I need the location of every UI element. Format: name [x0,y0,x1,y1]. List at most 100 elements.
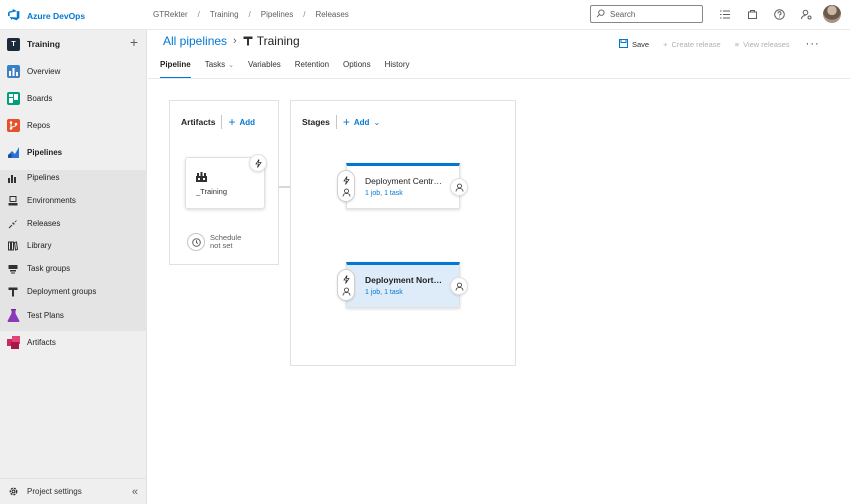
gear-icon [8,486,19,497]
add-stage-button[interactable]: + Add ⌄ [335,115,381,129]
sidebar-item-repos[interactable]: Repos [0,114,147,137]
add-artifact-button[interactable]: + Add [221,115,255,129]
main-content: All pipelines › Training Save + Create r… [148,30,850,504]
sidebar-item-test-plans[interactable]: Test Plans [0,304,147,327]
release-pipeline-icon [243,36,253,46]
clock-icon [187,233,205,251]
sidebar-item-label: Repos [27,121,51,130]
artifacts-panel: Artifacts + Add _Training Schedule not s… [169,100,279,265]
add-stage-label: Add [353,117,370,127]
chevron-down-icon: ⌄ [373,117,381,127]
sidebar-item-label: Environments [27,196,76,205]
sidebar-subitem-pipelines[interactable]: Pipelines [0,166,147,189]
breadcrumb-pipelines[interactable]: Pipelines [261,10,293,19]
user-settings-icon[interactable] [799,7,813,21]
schedule-line2: not set [210,241,233,250]
continuous-deployment-trigger[interactable] [249,154,267,172]
breadcrumb-separator: / [303,10,306,19]
tab-variables[interactable]: Variables [248,60,281,74]
pipelines-sub-icon [8,173,18,183]
breadcrumb-org[interactable]: GTRekter [153,10,188,19]
pre-deployment-conditions[interactable] [337,269,355,301]
view-releases-button[interactable]: ≡ View releases [735,40,790,49]
create-release-label: Create release [671,39,721,49]
person-icon [455,282,464,291]
marketplace-bag-icon[interactable] [745,7,759,21]
toolbar: Save + Create release ≡ View releases ··… [619,38,820,50]
page-header: All pipelines › Training [163,34,300,48]
post-deployment-conditions[interactable] [450,277,468,295]
top-bar: Azure DevOps GTRekter / Training / Pipel… [0,0,850,30]
search-input[interactable]: Search [590,5,703,23]
sidebar-item-label: Test Plans [27,311,64,320]
pre-deployment-conditions[interactable] [337,170,355,202]
page-title[interactable]: Training [257,34,300,48]
schedule-label: Schedule not set [210,234,241,250]
sidebar-item-overview[interactable]: Overview [0,60,147,83]
tab-retention[interactable]: Retention [295,60,329,74]
sidebar-item-label: Pipelines [27,173,60,182]
stages-title: Stages [302,117,330,127]
plus-icon: + [663,39,668,49]
sidebar-subitem-task-groups[interactable]: Task groups [0,257,147,280]
stage-summary-link[interactable]: 1 job, 1 task [365,190,403,197]
tab-tasks[interactable]: Tasks ⌄ [205,60,234,74]
stage-card[interactable]: Deployment Centr… 1 job, 1 task [346,163,460,209]
settings-list-icon[interactable] [718,7,732,21]
avatar[interactable] [823,5,841,23]
schedule-trigger[interactable]: Schedule not set [187,233,241,251]
person-icon [342,188,351,197]
sidebar-item-label: Task groups [27,264,71,273]
stage-card[interactable]: Deployment Nort… 1 job, 1 task [346,262,460,308]
azure-devops-logo-icon [8,8,21,23]
chevron-down-icon: ⌄ [228,62,235,69]
project-settings[interactable]: Project settings « [0,478,147,504]
save-button[interactable]: Save [619,38,649,50]
sidebar-item-label: Overview [27,67,61,76]
new-plus-icon[interactable]: + [130,35,138,49]
person-icon [342,287,351,296]
sidebar-item-label: Boards [27,94,53,103]
artifacts-heading: Artifacts + Add [181,115,255,129]
breadcrumb-project[interactable]: Training [210,10,239,19]
lightning-icon [342,175,351,185]
project-selector[interactable]: T Training + [7,35,142,53]
sidebar-item-label: Pipelines [27,148,63,157]
artifact-name: _Training [196,187,227,196]
project-settings-label: Project settings [27,487,82,496]
create-release-button[interactable]: + Create release [663,40,721,49]
tab-history[interactable]: History [385,60,410,74]
lightning-icon [254,158,263,168]
artifacts-title: Artifacts [181,117,216,127]
brand-name: Azure DevOps [27,10,86,21]
project-name: Training [27,39,61,49]
library-icon [8,240,18,251]
task-groups-icon [8,264,18,274]
add-artifact-label: Add [239,117,256,127]
sidebar-subitem-deployment-groups[interactable]: Deployment groups [0,280,147,303]
save-icon [619,38,628,50]
all-pipelines-link[interactable]: All pipelines [163,34,227,48]
plus-icon: + [342,115,350,129]
brand[interactable]: Azure DevOps [8,8,85,23]
tab-options[interactable]: Options [343,60,371,74]
sidebar-item-artifacts[interactable]: Artifacts [0,331,147,354]
breadcrumb: GTRekter / Training / Pipelines / Releas… [153,10,349,19]
stage-name: Deployment Nort… [365,275,442,285]
test-plans-icon [6,309,20,323]
help-icon[interactable] [772,7,786,21]
sidebar-item-boards[interactable]: Boards [0,87,147,110]
sidebar-subitem-environments[interactable]: Environments [0,189,147,212]
sidebar-subitem-releases[interactable]: Releases [0,212,147,235]
collapse-sidebar-icon[interactable]: « [132,486,138,498]
sidebar-item-pipelines[interactable]: Pipelines [0,141,147,164]
sidebar-subitem-library[interactable]: Library [0,234,147,257]
stage-summary-link[interactable]: 1 job, 1 task [365,289,403,296]
post-deployment-conditions[interactable] [450,178,468,196]
environments-icon [8,195,18,206]
tab-bar: Pipeline Tasks ⌄ Variables Retention Opti… [160,60,424,79]
tab-pipeline[interactable]: Pipeline [160,60,191,79]
more-actions-icon[interactable]: ··· [806,38,820,50]
lightning-icon [342,274,351,284]
breadcrumb-releases[interactable]: Releases [315,10,348,19]
